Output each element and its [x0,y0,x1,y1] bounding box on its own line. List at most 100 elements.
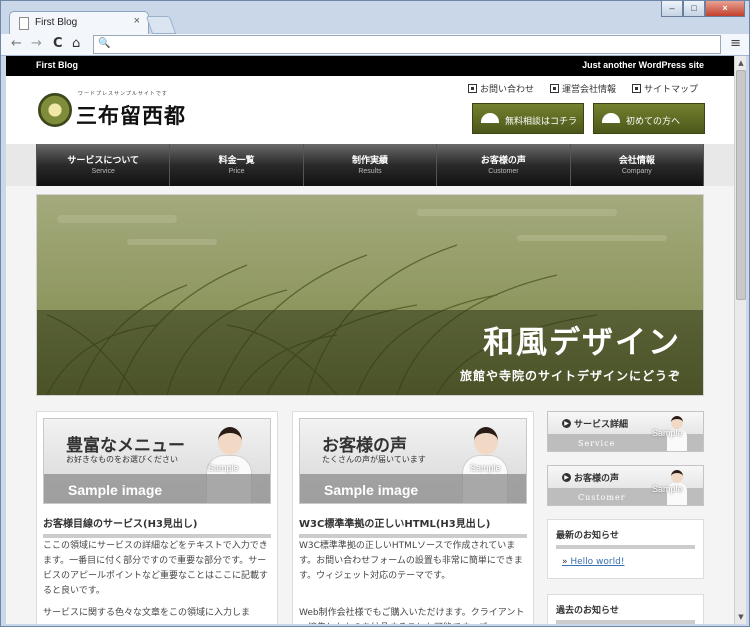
tab-strip: First Blog × – □ × [1,1,750,35]
banner-subtitle: たくさんの声が届いています [322,455,426,464]
sidebar-banner-label: サービス詳細 [574,420,629,430]
widget-heading: 過去のお知らせ [556,603,695,624]
sidebar-banner-customer[interactable]: ▶ お客様の声 Customer Sample [547,465,704,506]
reload-icon[interactable]: C [53,36,63,51]
company-icon [549,84,559,93]
scroll-down-icon[interactable]: ▼ [736,612,746,622]
banner-strip: Sample image [44,474,270,503]
scroll-up-icon[interactable]: ▲ [736,58,746,68]
menu-banner[interactable]: 豊富なメニュー お好きなものをお選びください Sample Sample ima… [43,418,271,504]
sidebar-banner-label: お客様の声 [574,474,620,484]
utility-links: お問い合わせ 運営会社情報 サイトマップ [467,82,698,95]
nav-label: 料金一覧 [218,156,255,166]
browser-toolbar: ← → C ⌂ 🔍 ≡ [1,34,749,56]
sample-watermark: Sample [470,463,501,473]
banner-title: 豊富なメニュー [66,436,185,456]
util-link-label: 運営会社情報 [561,85,616,95]
nav-item-price[interactable]: 料金一覧 Price [170,144,304,186]
banner-subtitle: お好きなものをお選びください [66,455,178,464]
contact-icon [467,84,477,93]
tab-title: First Blog [35,17,78,28]
section-paragraph: ここの領域にサービスの詳細などをテキストで入力できます。一番目に付く部分ですので… [43,541,269,596]
browser-tab[interactable]: First Blog × [9,11,149,35]
nav-sublabel: Price [228,168,245,175]
nav-sublabel: Results [358,168,382,175]
browser-window: First Blog × – □ × ← → C ⌂ 🔍 ≡ First Blo… [0,0,750,627]
voice-banner[interactable]: お客様の声 たくさんの声が届いています Sample Sample image [299,418,527,504]
close-window-button[interactable]: × [705,1,745,17]
util-link-sitemap[interactable]: サイトマップ [631,82,698,95]
util-link-label: お問い合わせ [479,85,534,95]
address-input[interactable] [112,37,712,52]
banner-strip: Sample image [300,474,526,503]
page-scrollbar[interactable]: ▲ ▼ [734,56,746,624]
news-link-hello-world[interactable]: Hello world! [562,557,703,567]
sitemap-icon [631,84,641,93]
util-link-label: サイトマップ [643,85,698,95]
cta-label: 初めての方へ [626,117,681,127]
logo-ruby-text: ワードプレスサンプルサイトです [78,91,168,97]
fan-icon [602,113,620,123]
menu-icon[interactable]: ≡ [730,36,741,51]
nav-label: サービスについて [67,156,140,166]
forward-arrow-icon[interactable]: → [31,36,42,51]
site-tagline: Just another WordPress site [582,60,704,70]
cta-label: 無料相談はコチラ [505,117,578,127]
back-arrow-icon[interactable]: ← [11,36,22,51]
free-consultation-button[interactable]: 無料相談はコチラ [472,103,584,134]
util-link-contact[interactable]: お問い合わせ [467,82,534,95]
sample-watermark: Sample [652,428,683,438]
content-column-voice: お客様の声 たくさんの声が届いています Sample Sample image … [292,411,534,624]
nav-label: 会社情報 [618,156,655,166]
window-controls: – □ × [661,1,745,17]
nav-item-results[interactable]: 制作実績 Results [304,144,438,186]
nav-label: 制作実績 [352,156,389,166]
nav-item-customer[interactable]: お客様の声 Customer [437,144,571,186]
tab-close-icon[interactable]: × [134,15,140,27]
past-news-widget: 過去のお知らせ [547,594,704,624]
page-icon [19,17,29,30]
section-paragraph: W3C標準準拠の正しいHTMLソースで作成されています。お問い合わせフォームの設… [299,541,523,581]
first-visit-button[interactable]: 初めての方へ [593,103,705,134]
util-link-company[interactable]: 運営会社情報 [549,82,616,95]
sidebar-banner-title: ▶ お客様の声 [562,471,619,484]
arrow-right-icon: ▶ [562,419,571,428]
hero-banner: 和風デザイン 旅館や寺院のサイトデザインにどうぞ [36,194,704,396]
search-icon: 🔍 [98,38,111,49]
minimize-button[interactable]: – [661,1,683,17]
nav-item-service[interactable]: サービスについて Service [37,144,171,186]
nav-bar: サービスについて Service 料金一覧 Price 制作実績 Results… [36,144,705,186]
banner-strip-label: Sample image [68,482,163,498]
section-paragraph: Web制作会社様でもご購入いただけます。クライアントへ編集したものを納品すること… [299,608,525,624]
hero-title: 和風デザイン [483,325,681,361]
banner-strip-label: Sample image [324,482,419,498]
global-nav: サービスについて Service 料金一覧 Price 制作実績 Results… [6,144,734,186]
latest-news-widget: 最新のお知らせ Hello world! [547,519,704,579]
content-column-menu: 豊富なメニュー お好きなものをお選びください Sample Sample ima… [36,411,278,624]
arrow-right-icon: ▶ [562,473,571,482]
nav-item-company[interactable]: 会社情報 Company [571,144,705,186]
sidebar-banner-service[interactable]: ▶ サービス詳細 Service Sample [547,411,704,452]
address-bar[interactable]: 🔍 [93,35,721,54]
sample-watermark: Sample [208,463,239,473]
site-topbar: First Blog Just another WordPress site [6,56,734,76]
section-paragraph: サービスに関する色々な文章をこの領域に入力しま [43,608,251,618]
widget-heading: 最新のお知らせ [556,528,695,549]
site-name[interactable]: First Blog [36,60,78,70]
section-heading: お客様目線のサービス(H3見出し) [43,515,271,538]
section-heading: W3C標準準拠の正しいHTML(H3見出し) [299,515,527,538]
nav-sublabel: Customer [488,168,519,175]
sample-watermark: Sample [652,484,683,494]
nav-sublabel: Company [621,168,652,175]
sidebar-banner-title: ▶ サービス詳細 [562,417,628,430]
new-tab-button[interactable] [145,16,177,34]
home-icon[interactable]: ⌂ [72,36,80,51]
maximize-button[interactable]: □ [683,1,705,17]
scroll-thumb[interactable] [736,70,746,300]
nav-label: お客様の声 [480,156,526,166]
site-header: ワードプレスサンプルサイトです 三布留西都 お問い合わせ 運営会社情報 サイトマ… [6,76,734,144]
site-logo[interactable]: 三布留西都 [76,100,186,130]
nav-sublabel: Service [91,168,115,175]
logo-emblem-icon[interactable] [38,93,72,127]
hero-subtitle: 旅館や寺院のサイトデザインにどうぞ [459,369,681,383]
